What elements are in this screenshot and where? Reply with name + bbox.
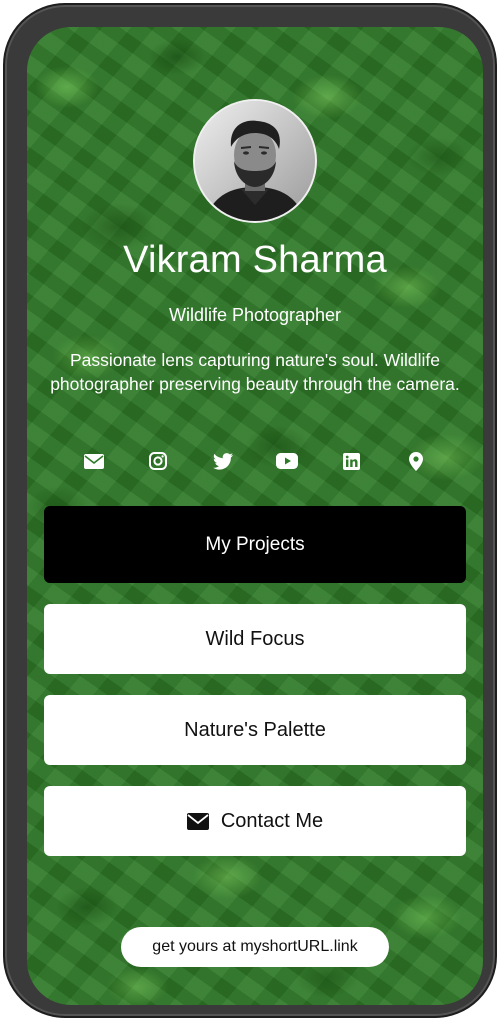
natures-palette-button[interactable]: Nature's Palette bbox=[44, 695, 466, 765]
my-projects-label: My Projects bbox=[205, 533, 305, 555]
wild-focus-label: Wild Focus bbox=[205, 627, 305, 650]
instagram-icon[interactable] bbox=[143, 448, 173, 474]
twitter-icon[interactable] bbox=[208, 448, 238, 474]
wild-focus-button[interactable]: Wild Focus bbox=[44, 604, 466, 674]
envelope-icon bbox=[186, 812, 209, 830]
youtube-icon[interactable] bbox=[272, 448, 302, 474]
screen-background: Vikram Sharma Wildlife Photographer Pass… bbox=[27, 27, 483, 1005]
phone-frame: Vikram Sharma Wildlife Photographer Pass… bbox=[3, 3, 497, 1018]
profile-bio: Passionate lens capturing nature's soul.… bbox=[50, 350, 460, 394]
my-projects-button[interactable]: My Projects bbox=[44, 506, 466, 583]
profile-page: Vikram Sharma Wildlife Photographer Pass… bbox=[27, 27, 483, 1005]
natures-palette-label: Nature's Palette bbox=[184, 718, 326, 741]
avatar bbox=[193, 99, 317, 223]
contact-me-label: Contact Me bbox=[220, 809, 324, 832]
linkedin-icon[interactable] bbox=[337, 448, 367, 474]
footer-label: get yours at myshortURL.link bbox=[152, 938, 358, 955]
footer-link[interactable]: get yours at myshortURL.link bbox=[121, 927, 389, 967]
profile-role: Wildlife Photographer bbox=[168, 305, 342, 325]
contact-me-button[interactable]: Contact Me bbox=[44, 786, 466, 856]
social-links bbox=[79, 448, 431, 474]
profile-photo bbox=[195, 101, 315, 221]
location-pin-icon[interactable] bbox=[401, 448, 431, 474]
profile-name: Vikram Sharma bbox=[123, 239, 387, 281]
envelope-icon[interactable] bbox=[79, 448, 109, 474]
